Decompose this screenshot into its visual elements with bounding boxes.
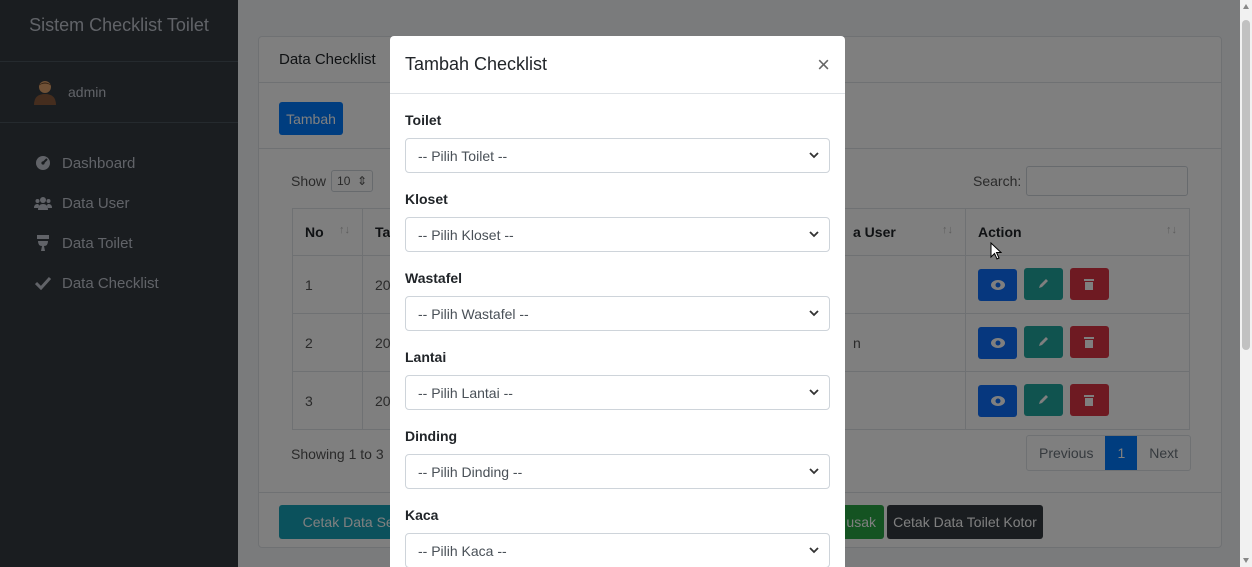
lantai-label: Lantai bbox=[405, 349, 447, 365]
dinding-select-value: -- Pilih Dinding -- bbox=[418, 463, 523, 480]
modal-body: Toilet -- Pilih Toilet -- Kloset -- Pili… bbox=[390, 94, 845, 567]
chevron-down-icon bbox=[809, 389, 819, 396]
wastafel-label: Wastafel bbox=[405, 270, 463, 286]
toilet-label: Toilet bbox=[405, 112, 442, 128]
dinding-label: Dinding bbox=[405, 428, 458, 444]
add-checklist-modal: Tambah Checklist × Toilet -- Pilih Toile… bbox=[390, 36, 845, 567]
wastafel-select-value: -- Pilih Wastafel -- bbox=[418, 305, 529, 322]
chevron-down-icon bbox=[809, 547, 819, 554]
lantai-select-value: -- Pilih Lantai -- bbox=[418, 384, 513, 401]
kloset-select-value: -- Pilih Kloset -- bbox=[418, 226, 514, 243]
chevron-down-icon bbox=[809, 231, 819, 238]
modal-title: Tambah Checklist bbox=[405, 54, 548, 74]
kaca-select[interactable]: -- Pilih Kaca -- bbox=[405, 533, 830, 567]
scroll-down-icon[interactable] bbox=[1243, 558, 1249, 563]
modal-header: Tambah Checklist × bbox=[390, 36, 845, 94]
kaca-select-value: -- Pilih Kaca -- bbox=[418, 542, 507, 559]
wastafel-select[interactable]: -- Pilih Wastafel -- bbox=[405, 296, 830, 331]
toilet-select-value: -- Pilih Toilet -- bbox=[418, 147, 508, 164]
chevron-down-icon bbox=[809, 310, 819, 317]
kloset-label: Kloset bbox=[405, 191, 448, 207]
close-icon[interactable]: × bbox=[817, 53, 830, 76]
kaca-label: Kaca bbox=[405, 507, 439, 523]
scroll-thumb[interactable] bbox=[1242, 20, 1250, 350]
mouse-cursor-icon bbox=[990, 242, 1002, 260]
dinding-select[interactable]: -- Pilih Dinding -- bbox=[405, 454, 830, 489]
chevron-down-icon bbox=[809, 152, 819, 159]
page-scrollbar[interactable] bbox=[1240, 0, 1252, 567]
scroll-up-icon[interactable] bbox=[1243, 4, 1249, 9]
toilet-select[interactable]: -- Pilih Toilet -- bbox=[405, 138, 830, 173]
lantai-select[interactable]: -- Pilih Lantai -- bbox=[405, 375, 830, 410]
kloset-select[interactable]: -- Pilih Kloset -- bbox=[405, 217, 830, 252]
chevron-down-icon bbox=[809, 468, 819, 475]
